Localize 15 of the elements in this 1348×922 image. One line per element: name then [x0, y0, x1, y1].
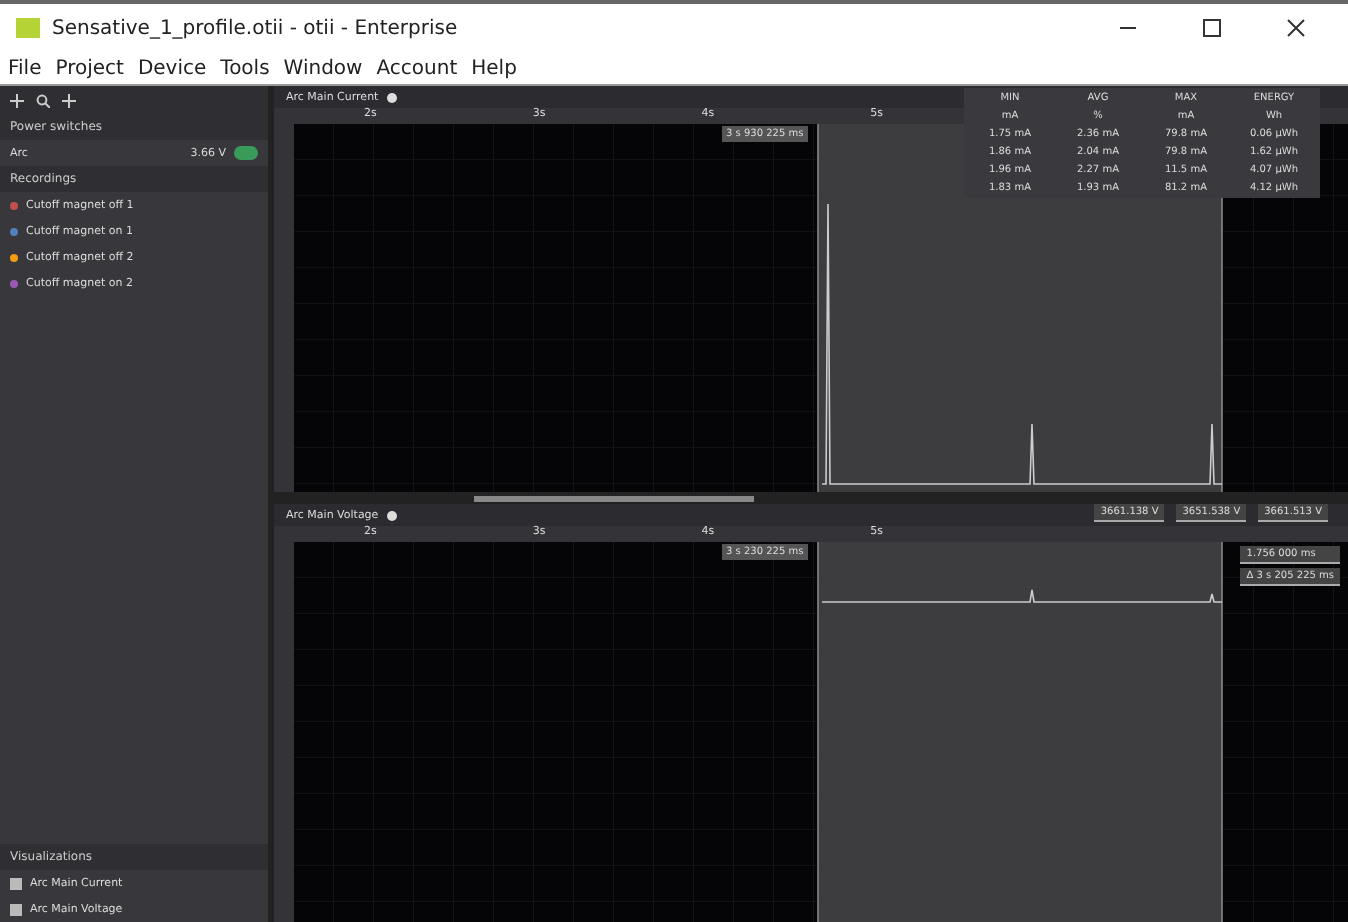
menu-item[interactable]: Project [55, 57, 124, 79]
checkbox[interactable] [10, 877, 22, 889]
menu-item[interactable]: Account [376, 57, 458, 79]
scrollbar[interactable] [474, 495, 754, 501]
menu-item[interactable]: File [8, 57, 42, 79]
plus-icon[interactable] [10, 93, 24, 107]
menu-item[interactable]: Window [283, 57, 363, 79]
window-title: Sensative_1_profile.otii - otii - Enterprise [52, 17, 460, 39]
search-icon[interactable] [36, 93, 50, 107]
menu-item[interactable]: Tools [220, 57, 270, 79]
checkbox[interactable] [10, 903, 22, 915]
menu-item[interactable]: Help [471, 57, 517, 79]
menu-item[interactable]: Device [137, 57, 207, 79]
power-toggle[interactable] [234, 146, 258, 160]
app-logo-icon [16, 18, 40, 38]
